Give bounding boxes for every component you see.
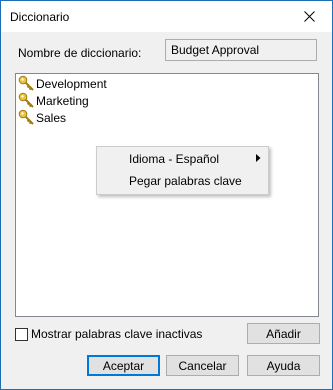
show-inactive-label: Mostrar palabras clave inactivas [31,327,203,341]
menu-item-paste-keywords[interactable]: Pegar palabras clave [98,170,267,191]
menu-item-label: Idioma - Español [129,151,220,166]
tree-item-development[interactable]: Development [18,75,107,92]
cancel-button[interactable]: Cancelar [166,355,239,376]
tree-item-label: Development [36,76,107,91]
menu-item-language[interactable]: Idioma - Español [98,148,267,169]
window-title: Diccionario [10,10,70,24]
show-inactive-checkbox[interactable] [15,327,28,341]
keyword-tree[interactable]: Development Marketing Sales [15,73,319,317]
key-icon [18,75,34,91]
help-button[interactable]: Ayuda [247,355,320,376]
close-button[interactable] [286,1,332,32]
close-icon [303,11,315,22]
dictionary-name-label: Nombre de diccionario: [18,46,142,60]
dictionary-dialog: Diccionario Nombre de diccionario: Budge… [0,0,333,390]
tree-item-label: Sales [36,110,67,125]
show-inactive-option[interactable]: Mostrar palabras clave inactivas [15,327,202,341]
tree-item-sales[interactable]: Sales [18,109,66,126]
key-icon [18,109,34,125]
menu-item-label: Pegar palabras clave [129,173,242,188]
tree-item-marketing[interactable]: Marketing [18,92,89,109]
title-bar: Diccionario [1,1,332,32]
dictionary-name-field: Budget Approval [165,39,317,61]
accept-button[interactable]: Aceptar [87,355,160,376]
submenu-arrow-icon [256,154,261,162]
add-button[interactable]: Añadir [247,323,320,344]
key-icon [18,92,34,108]
context-menu: Idioma - Español Pegar palabras clave [96,146,269,195]
tree-item-label: Marketing [36,93,89,108]
